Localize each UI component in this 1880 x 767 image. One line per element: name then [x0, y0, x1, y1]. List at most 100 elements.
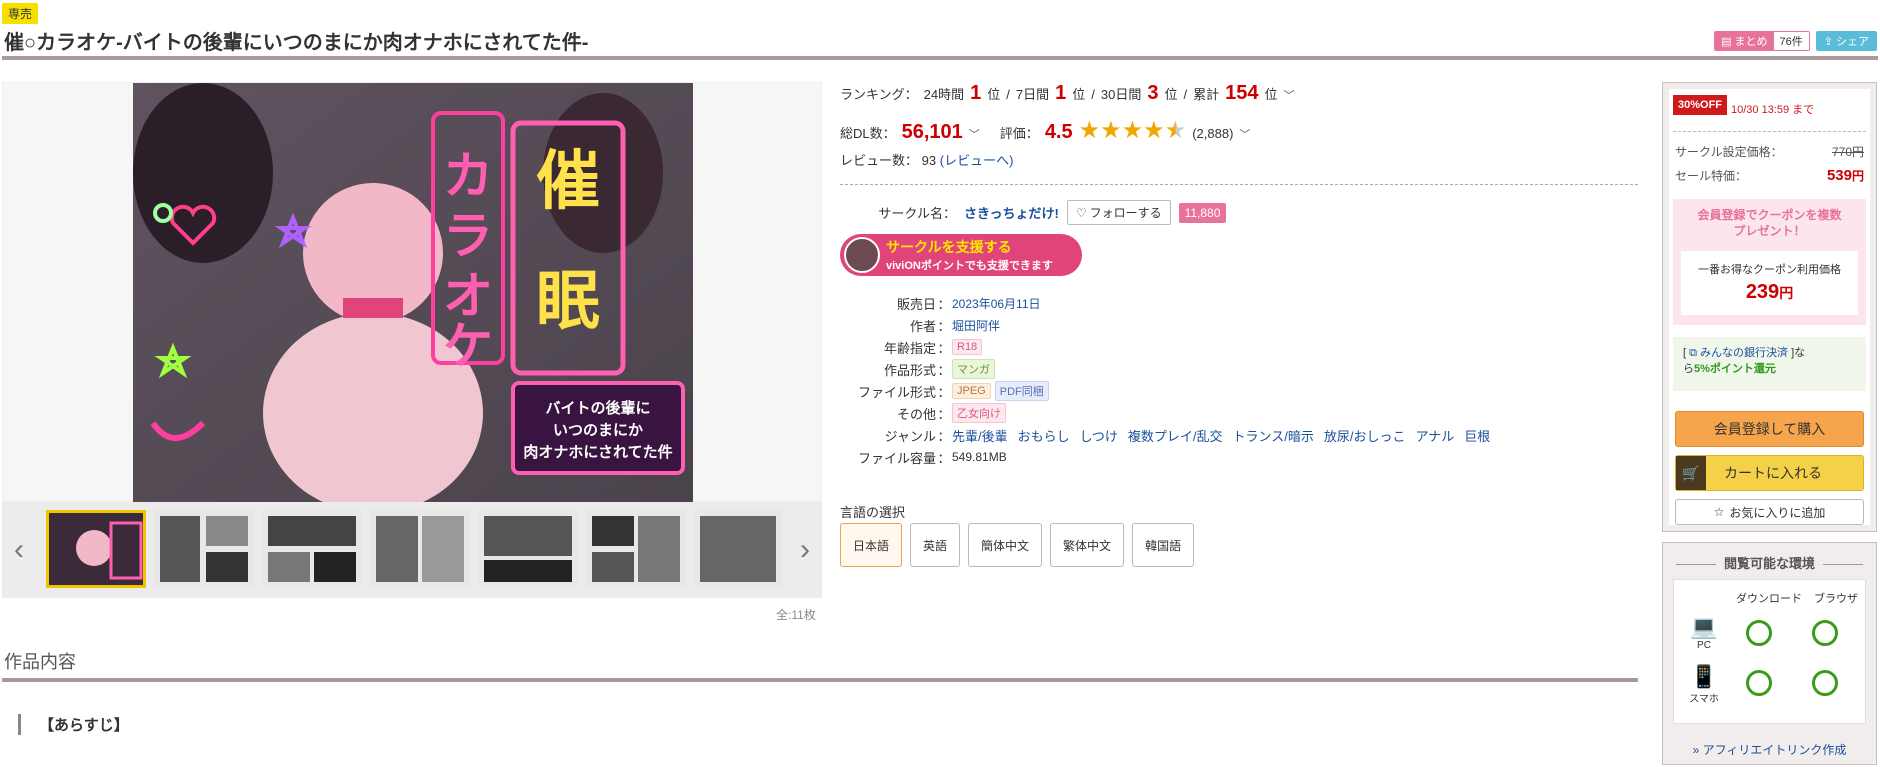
- rating-value: 4.5: [1044, 121, 1073, 143]
- external-link-icon: ⧉: [1689, 347, 1697, 359]
- spec-row: 販売日： 2023年06月11日: [896, 295, 1041, 312]
- download-column-header: ダウンロード: [1736, 593, 1802, 605]
- point-return: 5%ポイント還元: [1694, 363, 1776, 375]
- chevron-down-icon[interactable]: ﹀: [1284, 87, 1295, 103]
- product-gallery: 催 眠 カ ラ オ ケ バイトの後輩に いつのまにか 肉オナホにされてた件: [2, 82, 822, 503]
- follow-button[interactable]: ♡ フォローする: [1066, 200, 1171, 225]
- language-option[interactable]: 韓国語: [1132, 523, 1195, 567]
- main-cover-image[interactable]: 催 眠 カ ラ オ ケ バイトの後輩に いつのまにか 肉オナホにされてた件: [133, 83, 693, 503]
- language-option[interactable]: 日本語: [840, 523, 903, 567]
- author-link[interactable]: 堀田阿伴: [952, 317, 1000, 334]
- form-tag[interactable]: マンガ: [952, 359, 995, 379]
- svg-text:催: 催: [536, 145, 600, 219]
- thumbnail[interactable]: [46, 510, 146, 588]
- thumbnail[interactable]: [154, 510, 254, 588]
- matome-button[interactable]: ▤ まとめ 76件: [1714, 31, 1810, 51]
- genre-link[interactable]: 放尿/おしっこ: [1324, 426, 1406, 445]
- matome-label: まとめ: [1734, 36, 1768, 48]
- spec-row: 年齢指定： R18: [840, 336, 1500, 358]
- sale-price: 539円: [1826, 167, 1864, 184]
- other-tag[interactable]: 乙女向け: [952, 403, 1006, 423]
- thumbnail[interactable]: [262, 510, 362, 588]
- list-price-row: サークル設定価格： 770円: [1675, 145, 1864, 159]
- divider: [840, 184, 1638, 185]
- dl-label: 総DL数：: [840, 126, 896, 141]
- add-to-cart-button[interactable]: 🛒 カートに入れる: [1675, 455, 1864, 491]
- cart-label: カートに入れる: [1724, 465, 1822, 481]
- spec-row: ファイル形式： JPEG PDF同梱: [840, 380, 1500, 402]
- genre-link[interactable]: アナル: [1415, 426, 1454, 445]
- spec-row: 作品形式： マンガ: [840, 358, 1500, 380]
- bank-link[interactable]: みんなの銀行決済: [1700, 347, 1788, 359]
- add-favorite-button[interactable]: ☆ お気に入りに追加: [1675, 499, 1864, 525]
- avatar: [844, 237, 880, 273]
- spec-row: ファイル容量： 549.81MB: [857, 450, 1007, 466]
- register-purchase-button[interactable]: 会員登録して購入: [1675, 411, 1864, 447]
- language-option[interactable]: 繁体中文: [1050, 523, 1125, 567]
- rating-stars-icon: ★★★★★: [1078, 117, 1187, 144]
- chevron-right-icon[interactable]: ›: [788, 502, 822, 598]
- star-icon: ☆: [1713, 505, 1725, 519]
- title-divider: [2, 56, 1878, 60]
- file-format-tag[interactable]: PDF同梱: [994, 381, 1049, 401]
- coupon-promo[interactable]: 会員登録でクーポンを複数 プレゼント！ 一番お得なクーポン利用価格 239円: [1673, 199, 1866, 325]
- cart-icon: 🛒: [1676, 456, 1706, 490]
- support-circle-button[interactable]: サークルを支援する viviONポイントでも支援できます: [840, 234, 1082, 276]
- list-price: 770円: [1831, 145, 1864, 159]
- page-title: 催○カラオケ-バイトの後輩にいつのまにか肉オナホにされてた件-: [4, 32, 589, 54]
- smartphone-icon: 📱: [1690, 664, 1718, 689]
- language-option[interactable]: 英語: [910, 523, 961, 567]
- genre-link[interactable]: おもらし: [1018, 426, 1070, 445]
- dl-count: 56,101: [901, 121, 963, 143]
- rank-value: 1: [1055, 82, 1067, 104]
- favorite-label: お気に入りに追加: [1729, 505, 1826, 520]
- thumbnail[interactable]: [586, 510, 686, 588]
- ranking-row: ランキング： 24時間 1 位 / 7日間 1 位 / 30日間 3 位 / 累…: [840, 82, 1295, 104]
- support-title: サークルを支援する: [886, 239, 1012, 255]
- genre-link[interactable]: トランス/暗示: [1233, 426, 1314, 445]
- language-label: 言語の選択: [840, 505, 906, 520]
- circle-name-link[interactable]: さきっちょだけ!: [964, 203, 1059, 222]
- ranking-label: ランキング：: [840, 87, 918, 102]
- sale-price-row: セール特価： 539円: [1675, 167, 1864, 184]
- chevron-down-icon[interactable]: ﹀: [1239, 126, 1250, 142]
- coupon-label: 一番お得なクーポン利用価格: [1698, 264, 1841, 276]
- share-icon: ⇪: [1823, 35, 1833, 48]
- affiliate-link[interactable]: » アフィリエイトリンク作成: [1663, 741, 1876, 758]
- svg-text:ケ: ケ: [443, 317, 493, 375]
- rank-unit: 位: [987, 87, 1001, 102]
- svg-text:バイトの後輩に: バイトの後輩に: [545, 399, 650, 417]
- phone-device: 📱 スマホ: [1684, 664, 1724, 705]
- available-icon: [1746, 620, 1772, 646]
- follow-label: フォローする: [1089, 206, 1162, 220]
- thumbnail[interactable]: [694, 510, 782, 588]
- language-option[interactable]: 簡体中文: [968, 523, 1043, 567]
- section-divider: [2, 678, 1638, 682]
- chevron-left-icon[interactable]: ‹: [2, 502, 36, 598]
- genre-link[interactable]: 巨根: [1464, 426, 1490, 445]
- sale-deadline: 10/30 13:59 まで: [1731, 104, 1815, 116]
- chevron-down-icon[interactable]: ﹀: [969, 126, 980, 142]
- divider: [1673, 131, 1866, 132]
- spec-row: その他： 乙女向け: [840, 402, 1500, 424]
- rank-unit: 位: [1264, 87, 1278, 102]
- header-actions: ▤ まとめ 76件 ⇪ シェア: [1714, 31, 1877, 51]
- browser-column-header: ブラウザ: [1814, 593, 1858, 605]
- share-button[interactable]: ⇪ シェア: [1815, 31, 1877, 51]
- coupon-title: プレゼント！: [1733, 224, 1806, 238]
- genre-link[interactable]: しつけ: [1080, 426, 1118, 445]
- coupon-title: 会員登録でクーポンを複数: [1697, 208, 1842, 222]
- thumbnail[interactable]: [478, 510, 578, 588]
- review-label: レビュー数：: [840, 153, 919, 168]
- genre-link[interactable]: 複数プレイ/乱交: [1128, 426, 1223, 445]
- heart-icon: ♡: [1075, 205, 1087, 220]
- review-link[interactable]: (レビューへ): [940, 153, 1014, 168]
- genre-link[interactable]: 先輩/後輩: [952, 426, 1008, 445]
- release-date-link[interactable]: 2023年06月11日: [952, 295, 1041, 312]
- svg-text:ラ: ラ: [443, 207, 493, 265]
- file-format-tag[interactable]: JPEG: [952, 383, 991, 399]
- age-tag[interactable]: R18: [952, 339, 983, 355]
- thumbnail[interactable]: [370, 510, 470, 588]
- rank-unit: 位: [1072, 87, 1086, 102]
- rank-period: 7日間: [1015, 87, 1050, 102]
